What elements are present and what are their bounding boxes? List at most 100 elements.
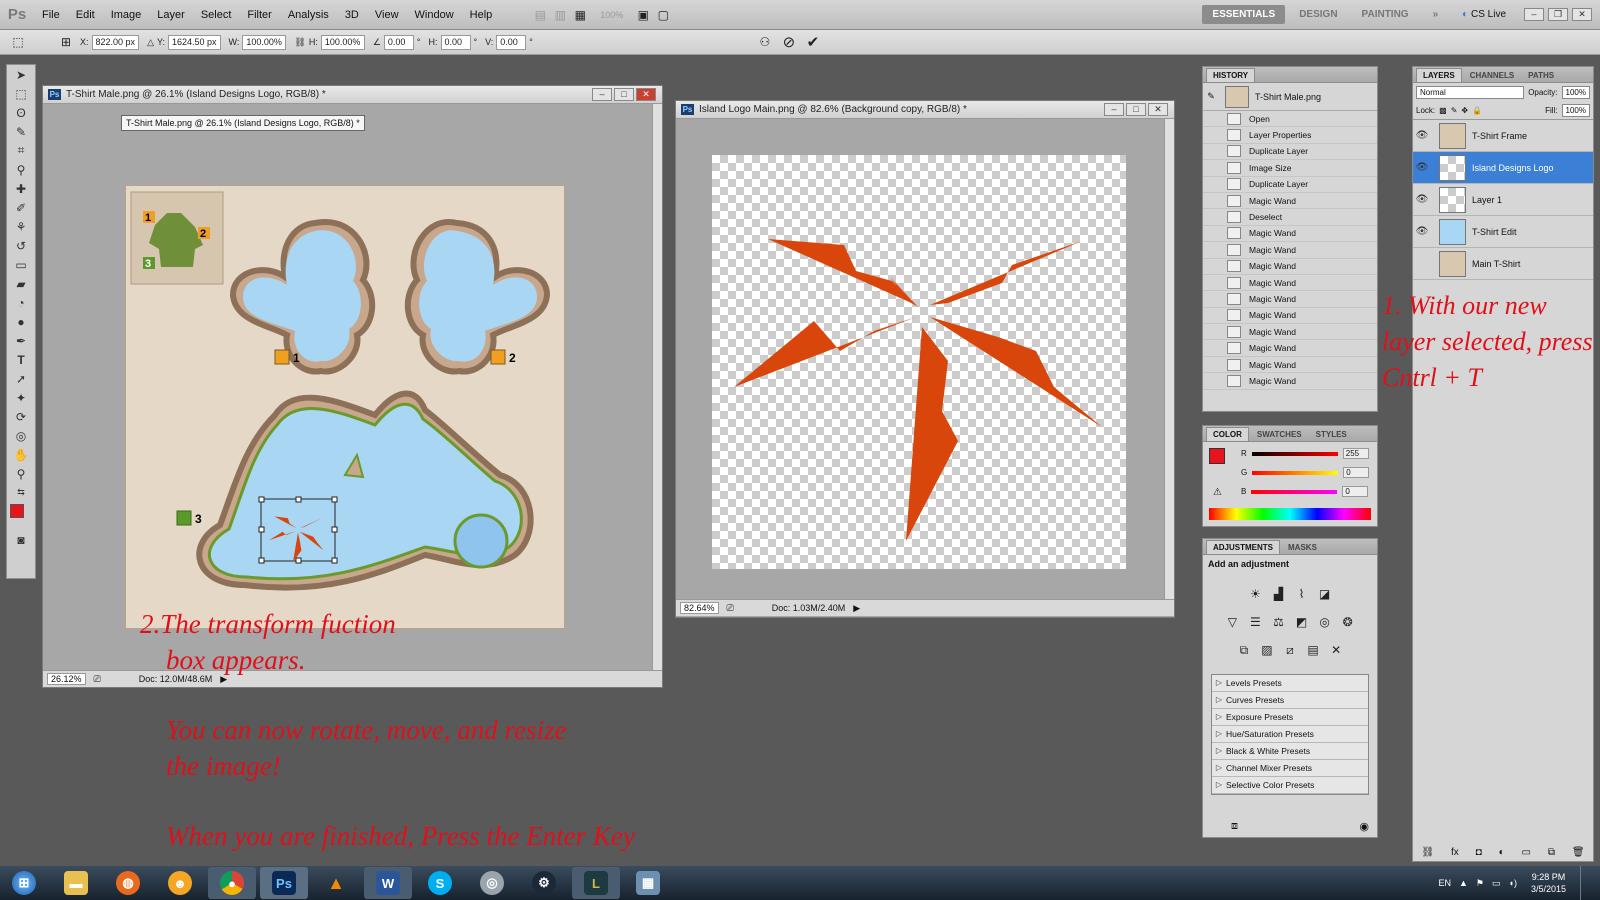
doc2-status-menu-icon[interactable]: ▶ <box>853 603 860 614</box>
gradient-tool-icon[interactable]: ▰ <box>7 274 35 293</box>
tab-styles[interactable]: STYLES <box>1310 428 1353 441</box>
expand-triangle-icon[interactable]: ▷ <box>1212 695 1226 704</box>
cancel-transform-icon[interactable]: ⊘ <box>779 33 799 51</box>
clone-stamp-tool-icon[interactable]: ⚘ <box>7 217 35 236</box>
taskbar-league[interactable]: L <box>572 867 620 899</box>
3d-rotate-tool-icon[interactable]: ⟳ <box>7 407 35 426</box>
layer-row[interactable]: Main T-Shirt <box>1413 248 1593 280</box>
arrange-documents-icon[interactable]: ▣ <box>633 6 653 24</box>
g-value[interactable]: 0 <box>1343 467 1370 478</box>
doc2-status-icon[interactable]: ⎚ <box>727 603 734 614</box>
history-item[interactable]: Magic Wand <box>1203 324 1377 341</box>
history-item[interactable]: Layer Properties <box>1203 127 1377 144</box>
vskew-field[interactable]: 0.00 <box>496 34 527 50</box>
new-adjustment-icon[interactable]: ◐ <box>1499 847 1505 858</box>
mini-bridge-icon[interactable]: ▥ <box>550 6 570 24</box>
lock-transparency-icon[interactable]: ▩ <box>1439 106 1447 115</box>
history-item[interactable]: Magic Wand <box>1203 226 1377 243</box>
invert-icon[interactable]: ⧉ <box>1234 642 1254 660</box>
history-item[interactable]: Magic Wand <box>1203 340 1377 357</box>
blur-tool-icon[interactable]: ◔ <box>7 293 35 312</box>
color-balance-icon[interactable]: ⚖ <box>1268 613 1288 631</box>
b-value[interactable]: 0 <box>1342 486 1369 497</box>
workspace-design[interactable]: DESIGN <box>1289 5 1347 24</box>
expand-triangle-icon[interactable]: ▷ <box>1212 780 1226 789</box>
clip-to-layer-icon[interactable]: ⧈ <box>1231 820 1238 833</box>
r-slider[interactable] <box>1251 451 1338 456</box>
transform-tool-icon[interactable]: ⬚ <box>8 33 28 51</box>
canvas-area[interactable]: T-Shirt Male.png @ 26.1% (Island Designs… <box>43 104 662 670</box>
x-field[interactable]: 822.00 px <box>91 34 140 50</box>
crop-tool-icon[interactable]: ⌗ <box>7 141 35 160</box>
app-close-button[interactable]: ✕ <box>1572 8 1592 21</box>
layer-row[interactable]: 👁 T-Shirt Edit <box>1413 216 1593 248</box>
expand-triangle-icon[interactable]: ▷ <box>1212 678 1226 687</box>
tab-masks[interactable]: MASKS <box>1282 541 1323 554</box>
selective-color-icon[interactable]: ✕ <box>1326 641 1346 659</box>
taskbar-word[interactable]: W <box>364 867 412 899</box>
swap-colors-icon[interactable]: ⇆ <box>7 483 35 502</box>
lasso-tool-icon[interactable]: ʘ <box>7 103 35 122</box>
levels-icon[interactable]: ▟ <box>1268 585 1288 603</box>
hskew-field[interactable]: 0.00 <box>440 34 471 50</box>
move-tool-icon[interactable]: ➤ <box>7 65 35 84</box>
fg-color-box[interactable] <box>1209 448 1225 464</box>
menu-file[interactable]: File <box>34 9 68 21</box>
expand-triangle-icon[interactable]: ▷ <box>1212 729 1226 738</box>
opacity-field[interactable]: 100% <box>1561 86 1590 99</box>
y-field[interactable]: 1624.50 px <box>168 34 221 50</box>
layer-row[interactable]: 👁 Layer 1 <box>1413 184 1593 216</box>
preset-item[interactable]: ▷ Channel Mixer Presets <box>1212 759 1368 777</box>
lock-pixels-icon[interactable]: ✎ <box>1451 106 1458 115</box>
pen-tool-icon[interactable]: ✒ <box>7 331 35 350</box>
menu-help[interactable]: Help <box>462 9 501 21</box>
posterize-icon[interactable]: ▨ <box>1257 641 1277 659</box>
language-indicator[interactable]: EN <box>1438 878 1451 888</box>
menu-image[interactable]: Image <box>103 9 150 21</box>
history-item[interactable]: Magic Wand <box>1203 242 1377 259</box>
doc1-zoom[interactable]: 26.12% <box>47 673 86 685</box>
fill-field[interactable]: 100% <box>1561 104 1590 117</box>
taskbar-firefox[interactable]: ◍ <box>104 867 152 899</box>
path-selection-tool-icon[interactable]: ➚ <box>7 369 35 388</box>
g-slider[interactable] <box>1252 470 1339 475</box>
menu-view[interactable]: View <box>367 9 407 21</box>
history-item[interactable]: Duplicate Layer <box>1203 144 1377 161</box>
canvas2-area[interactable] <box>676 119 1174 599</box>
zoom-tool-icon[interactable]: ⚲ <box>7 464 35 483</box>
curves-icon[interactable]: ⌇ <box>1292 585 1312 603</box>
clock[interactable]: 9:28 PM 3/5/2015 <box>1531 871 1566 895</box>
layer-style-icon[interactable]: fx <box>1451 847 1459 858</box>
history-item[interactable]: Magic Wand <box>1203 308 1377 325</box>
marquee-tool-icon[interactable]: ⬚ <box>7 84 35 103</box>
eyedropper-tool-icon[interactable]: ⚲ <box>7 160 35 179</box>
layer-row[interactable]: 👁 T-Shirt Frame <box>1413 120 1593 152</box>
show-desktop-button[interactable] <box>1580 866 1590 900</box>
tab-channels[interactable]: CHANNELS <box>1464 69 1520 82</box>
taskbar-network[interactable]: ▦ <box>624 867 672 899</box>
taskbar-steam[interactable]: ⚙ <box>520 867 568 899</box>
history-item[interactable]: Open <box>1203 111 1377 128</box>
doc2-maximize-button[interactable]: □ <box>1126 103 1146 116</box>
threshold-icon[interactable]: ⧄ <box>1280 642 1300 660</box>
channel-mixer-icon[interactable]: ❂ <box>1338 613 1358 631</box>
workspace-painting[interactable]: PAINTING <box>1352 5 1419 24</box>
doc-maximize-button[interactable]: □ <box>614 88 634 101</box>
taskbar-browser[interactable]: ☻ <box>156 867 204 899</box>
tab-layers[interactable]: LAYERS <box>1416 68 1462 82</box>
menu-layer[interactable]: Layer <box>149 9 193 21</box>
link-layers-icon[interactable]: ⛓ <box>1421 847 1434 858</box>
app-minimize-button[interactable]: – <box>1524 8 1544 21</box>
layer-row[interactable]: 👁 Island Designs Logo <box>1413 152 1593 184</box>
history-item[interactable]: Image Size <box>1203 160 1377 177</box>
add-mask-icon[interactable]: ◘ <box>1476 847 1482 858</box>
preset-item[interactable]: ▷ Levels Presets <box>1212 674 1368 692</box>
menu-window[interactable]: Window <box>407 9 462 21</box>
reference-point-icon[interactable]: ⊞ <box>56 33 76 51</box>
visibility-eye-icon[interactable]: 👁 <box>1413 194 1431 205</box>
visibility-eye-icon[interactable]: 👁 <box>1413 226 1431 237</box>
transparent-canvas[interactable] <box>712 155 1126 569</box>
visibility-eye-icon[interactable]: 👁 <box>1413 130 1431 141</box>
bridge-icon[interactable]: ▤ <box>530 6 550 24</box>
hue-saturation-icon[interactable]: ☰ <box>1245 613 1265 631</box>
